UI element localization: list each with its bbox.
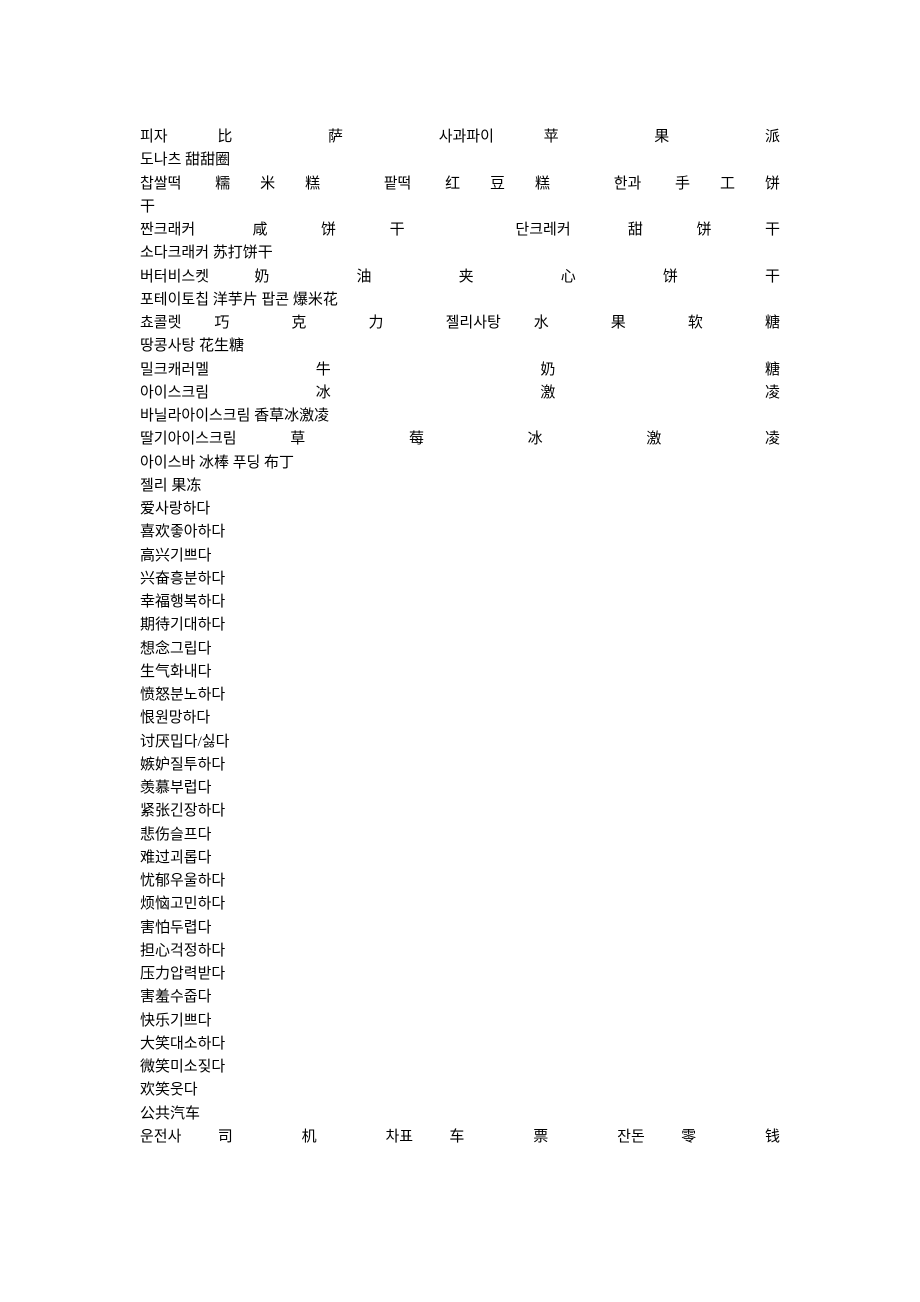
text-line: 쵸콜렛 巧 克 力 젤리사탕 水 果 软 糖 (140, 312, 780, 335)
text-line: 生气화내다 (140, 661, 780, 684)
text-line: 도나츠 甜甜圈 (140, 149, 780, 172)
text-line: 바닐라아이스크림 香草冰激凌 (140, 405, 780, 428)
text-line: 喜欢좋아하다 (140, 521, 780, 544)
text-line: 땅콩사탕 花生糖 (140, 335, 780, 358)
text-line: 운전사 司 机 차표 车 票 잔돈 零 钱 (140, 1126, 780, 1149)
text-line: 烦恼고민하다 (140, 893, 780, 916)
text-line: 幸福행복하다 (140, 591, 780, 614)
text-line: 버터비스켓 奶 油 夹 心 饼 干 (140, 266, 780, 289)
text-line: 欢笑웃다 (140, 1079, 780, 1102)
document-body: 피자 比 萨 사과파이 苹 果 派도나츠 甜甜圈찹쌀떡 糯米糕 팥떡 红豆糕 한… (140, 126, 780, 1149)
text-line: 讨厌밉다/싫다 (140, 731, 780, 754)
text-line: 想念그립다 (140, 638, 780, 661)
text-line: 压力압력받다 (140, 963, 780, 986)
text-line: 害羞수줍다 (140, 986, 780, 1009)
text-line: 嫉妒질투하다 (140, 754, 780, 777)
text-line: 愤怒분노하다 (140, 684, 780, 707)
text-line: 兴奋흥분하다 (140, 568, 780, 591)
text-line: 干 (140, 196, 780, 219)
text-line: 担心걱정하다 (140, 940, 780, 963)
text-line: 大笑대소하다 (140, 1033, 780, 1056)
text-line: 恨원망하다 (140, 707, 780, 730)
text-line: 젤리 果冻 (140, 475, 780, 498)
text-line: 难过괴롭다 (140, 847, 780, 870)
text-line: 밀크캐러멜 牛 奶 糖 (140, 359, 780, 382)
text-line: 찹쌀떡 糯米糕 팥떡 红豆糕 한과 手工饼 (140, 173, 780, 196)
text-line: 忧郁우울하다 (140, 870, 780, 893)
document-page: 피자 比 萨 사과파이 苹 果 派도나츠 甜甜圈찹쌀떡 糯米糕 팥떡 红豆糕 한… (0, 0, 920, 1302)
text-line: 소다크래커 苏打饼干 (140, 242, 780, 265)
text-line: 아이스크림 冰 激 凌 (140, 382, 780, 405)
text-line: 紧张긴장하다 (140, 800, 780, 823)
text-line: 짠크래커 咸饼干 단크레커 甜饼干 (140, 219, 780, 242)
text-line: 快乐기쁘다 (140, 1010, 780, 1033)
text-line: 微笑미소짖다 (140, 1056, 780, 1079)
text-line: 爱사랑하다 (140, 498, 780, 521)
text-line: 포테이토칩 洋芋片 팝콘 爆米花 (140, 289, 780, 312)
text-line: 期待기대하다 (140, 614, 780, 637)
text-line: 피자 比 萨 사과파이 苹 果 派 (140, 126, 780, 149)
text-line: 아이스바 冰棒 푸딩 布丁 (140, 452, 780, 475)
text-line: 悲伤슬프다 (140, 824, 780, 847)
text-line: 高兴기쁘다 (140, 545, 780, 568)
text-line: 羡慕부럽다 (140, 777, 780, 800)
text-line: 딸기아이스크림 草 莓 冰 激 凌 (140, 428, 780, 451)
text-line: 害怕두렵다 (140, 917, 780, 940)
text-line: 公共汽车 (140, 1103, 780, 1126)
